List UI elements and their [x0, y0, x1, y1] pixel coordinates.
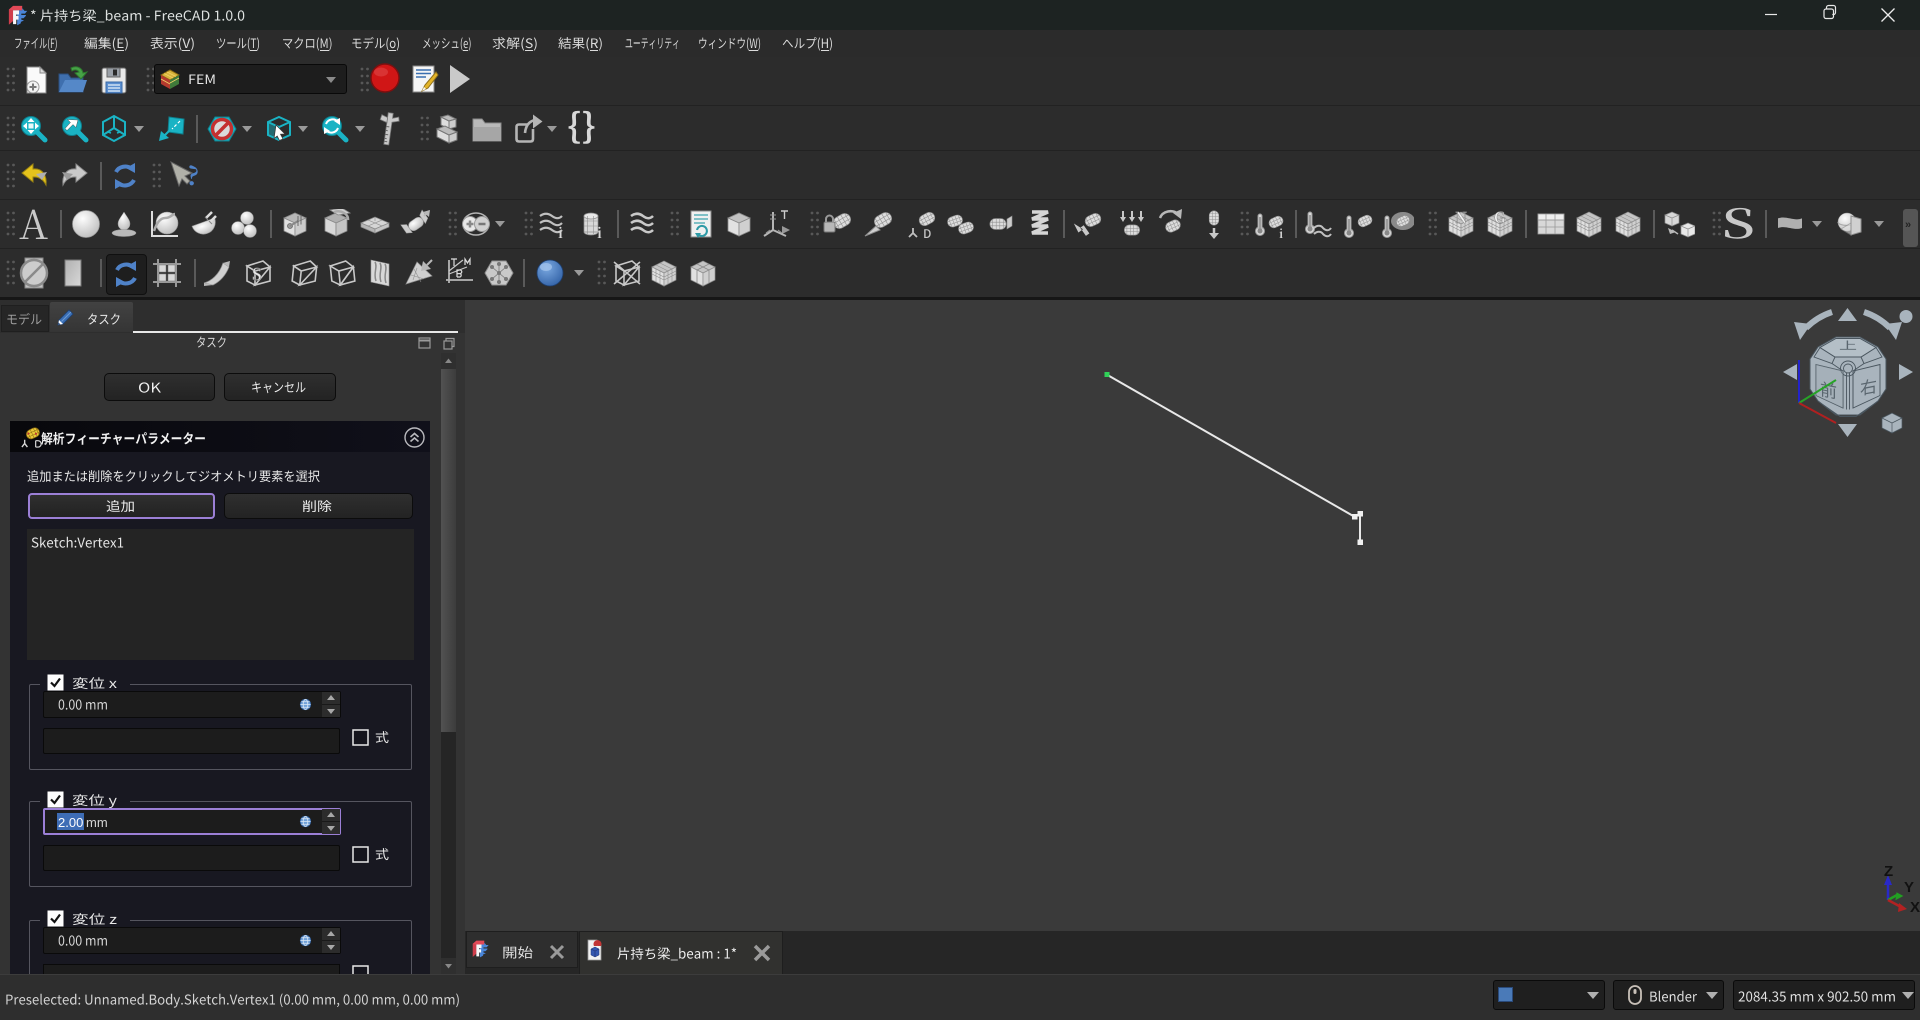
svg-text:Y: Y — [1904, 879, 1914, 896]
svg-text:X: X — [1910, 899, 1920, 916]
svg-text:Z: Z — [1884, 863, 1893, 880]
